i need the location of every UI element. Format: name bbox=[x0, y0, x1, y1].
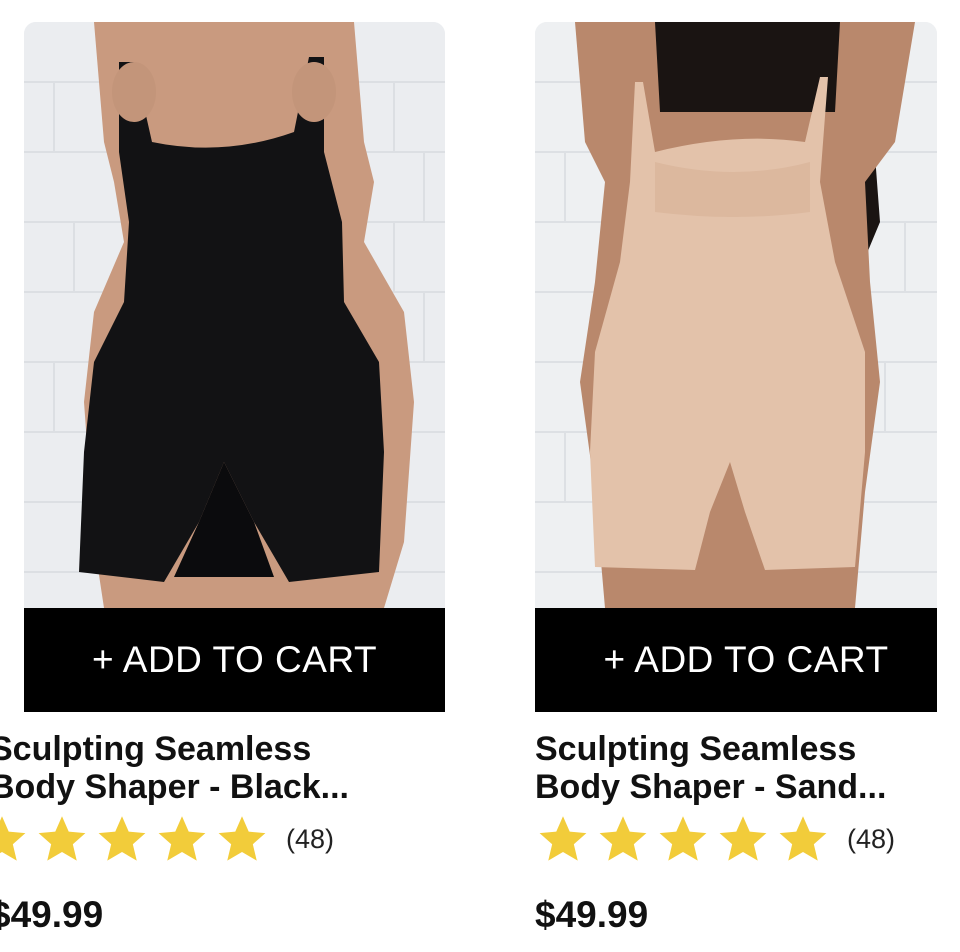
review-count[interactable]: (48) bbox=[286, 824, 334, 855]
star-icon bbox=[218, 816, 266, 861]
star-icon bbox=[719, 816, 767, 861]
product-card-black[interactable]: + ADD TO CART Sculpting Seamless Body Sh… bbox=[0, 22, 445, 936]
star-rating bbox=[535, 813, 831, 865]
product-photo-sand bbox=[535, 22, 937, 608]
product-price: $49.99 bbox=[535, 894, 649, 935]
product-title-line-2: Body Shaper - Sand... bbox=[535, 768, 887, 806]
add-to-cart-button[interactable]: + ADD TO CART bbox=[535, 608, 937, 712]
star-icon bbox=[779, 816, 827, 861]
product-info: Sculpting Seamless Body Shaper - Sand...… bbox=[535, 730, 937, 936]
star-icon bbox=[599, 816, 647, 861]
product-grid: + ADD TO CART Sculpting Seamless Body Sh… bbox=[0, 0, 960, 952]
star-rating bbox=[0, 813, 270, 865]
rating-row[interactable]: (48) bbox=[0, 814, 445, 864]
product-title-line-1: Sculpting Seamless bbox=[535, 730, 857, 768]
product-image[interactable] bbox=[535, 22, 937, 608]
review-count[interactable]: (48) bbox=[847, 824, 895, 855]
product-card-sand[interactable]: + ADD TO CART Sculpting Seamless Body Sh… bbox=[535, 22, 937, 936]
star-icon bbox=[38, 816, 86, 861]
product-image[interactable] bbox=[24, 22, 445, 608]
star-icon bbox=[158, 816, 206, 861]
product-title[interactable]: Sculpting Seamless Body Shaper - Black..… bbox=[0, 730, 445, 806]
product-photo-black bbox=[24, 22, 445, 608]
star-icon bbox=[539, 816, 587, 861]
product-title-line-1: Sculpting Seamless bbox=[0, 730, 312, 768]
star-icon bbox=[659, 816, 707, 861]
product-title-line-2: Body Shaper - Black... bbox=[0, 768, 349, 806]
star-icon bbox=[0, 816, 26, 861]
product-price: $49.99 bbox=[0, 894, 104, 935]
rating-row[interactable]: (48) bbox=[535, 814, 937, 864]
product-info: Sculpting Seamless Body Shaper - Black..… bbox=[0, 730, 445, 936]
star-icon bbox=[98, 816, 146, 861]
add-to-cart-button[interactable]: + ADD TO CART bbox=[24, 608, 445, 712]
product-title[interactable]: Sculpting Seamless Body Shaper - Sand... bbox=[535, 730, 937, 806]
